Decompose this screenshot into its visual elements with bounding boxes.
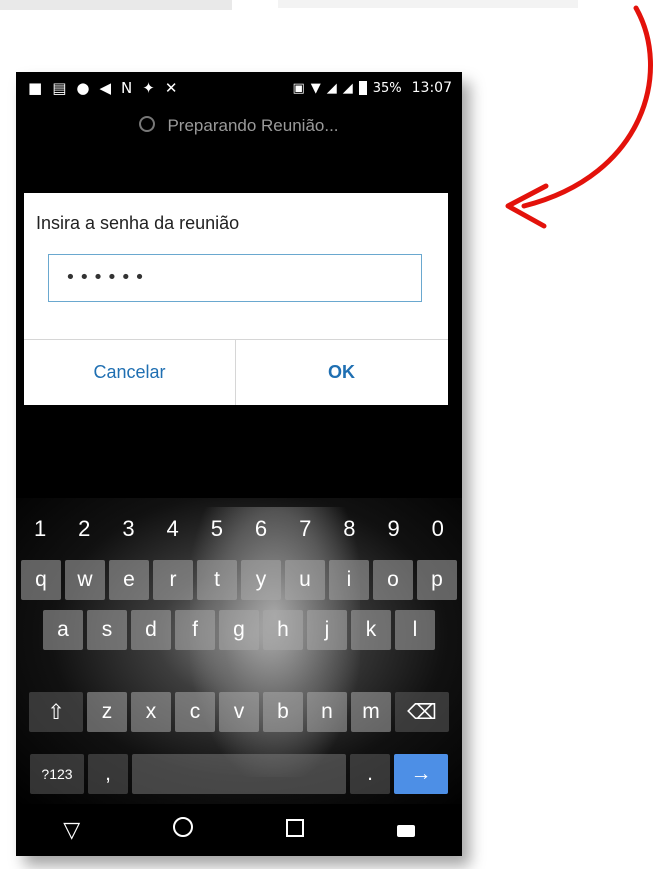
key-1[interactable]: 1	[20, 516, 60, 550]
phone-screen: ■ ▤ ● ◀ N ✦ ✕ ▣ ▼ ◢ ◢ 35% 13:07 Preparan…	[16, 72, 462, 856]
key-j[interactable]: j	[307, 610, 347, 650]
key-4[interactable]: 4	[153, 516, 193, 550]
back-triangle-icon: ▽	[63, 817, 81, 842]
key-2[interactable]: 2	[64, 516, 104, 550]
period-key[interactable]: .	[350, 754, 390, 794]
key-b[interactable]: b	[263, 692, 303, 732]
annotation-arrow-icon	[505, 5, 653, 229]
key-3[interactable]: 3	[108, 516, 148, 550]
keyboard-row-4: ?123 , . →	[16, 754, 462, 794]
dialog-title: Insira a senha da reunião	[36, 213, 240, 233]
key-r[interactable]: r	[153, 560, 193, 600]
home-button[interactable]	[153, 817, 213, 843]
key-8[interactable]: 8	[329, 516, 369, 550]
enter-key[interactable]: →	[394, 754, 448, 794]
keyboard-row-2: a s d f g h j k l	[16, 610, 462, 650]
netflix-icon: N	[121, 79, 133, 97]
cancel-button[interactable]: Cancelar	[24, 340, 235, 405]
symbols-key[interactable]: ?123	[30, 754, 84, 794]
keyboard-row-1: q w e r t y u i o p	[16, 560, 462, 600]
signal-icon: ✕	[164, 79, 178, 97]
key-7[interactable]: 7	[285, 516, 325, 550]
key-n[interactable]: n	[307, 692, 347, 732]
home-circle-icon	[173, 817, 194, 837]
facebook-icon: ●	[76, 79, 90, 97]
preparing-text: Preparando Reunião...	[167, 116, 339, 135]
key-t[interactable]: t	[197, 560, 237, 600]
comma-key[interactable]: ,	[88, 754, 128, 794]
wifi-icon: ▼	[310, 80, 321, 96]
key-k[interactable]: k	[351, 610, 391, 650]
key-i[interactable]: i	[329, 560, 369, 600]
cast-icon: ▣	[292, 80, 305, 96]
key-m[interactable]: m	[351, 692, 391, 732]
news-icon: ▤	[52, 79, 67, 97]
key-l[interactable]: l	[395, 610, 435, 650]
share-icon: ◀	[99, 79, 112, 97]
key-v[interactable]: v	[219, 692, 259, 732]
message-icon: ■	[28, 79, 43, 97]
key-y[interactable]: y	[241, 560, 281, 600]
backspace-key[interactable]: ⌫	[395, 692, 449, 732]
key-x[interactable]: x	[131, 692, 171, 732]
shift-key[interactable]: ⇧	[29, 692, 83, 732]
keyboard-row-3: ⇧ z x c v b n m ⌫	[16, 692, 462, 732]
arrow-right-icon: →	[410, 762, 432, 785]
recents-square-icon	[285, 819, 304, 837]
key-q[interactable]: q	[21, 560, 61, 600]
keyboard-switch-button[interactable]	[376, 817, 436, 843]
key-a[interactable]: a	[43, 610, 83, 650]
cell-signal-x-icon: ◢	[342, 80, 353, 96]
key-0[interactable]: 0	[418, 516, 458, 550]
password-input[interactable]: ••••••	[48, 254, 422, 302]
key-d[interactable]: d	[131, 610, 171, 650]
key-s[interactable]: s	[87, 610, 127, 650]
spinner-icon	[139, 116, 156, 132]
battery-percent: 35%	[372, 80, 402, 96]
shift-icon: ⇧	[47, 700, 65, 724]
status-bar: ■ ▤ ● ◀ N ✦ ✕ ▣ ▼ ◢ ◢ 35% 13:07	[16, 72, 462, 106]
key-e[interactable]: e	[109, 560, 149, 600]
twitter-icon: ✦	[142, 79, 155, 97]
key-c[interactable]: c	[175, 692, 215, 732]
key-g[interactable]: g	[219, 610, 259, 650]
key-w[interactable]: w	[65, 560, 105, 600]
top-strip-left	[0, 0, 232, 10]
key-u[interactable]: u	[285, 560, 325, 600]
recents-button[interactable]	[265, 817, 325, 843]
key-p[interactable]: p	[417, 560, 457, 600]
key-o[interactable]: o	[373, 560, 413, 600]
key-9[interactable]: 9	[374, 516, 414, 550]
key-6[interactable]: 6	[241, 516, 281, 550]
clock: 13:07	[411, 80, 452, 96]
preparing-status: Preparando Reunião...	[16, 116, 462, 136]
key-z[interactable]: z	[87, 692, 127, 732]
keyboard-number-row: 1 2 3 4 5 6 7 8 9 0	[16, 516, 462, 550]
cell-signal-icon: ◢	[326, 80, 337, 96]
password-dialog: Insira a senha da reunião •••••• Cancela…	[24, 193, 448, 405]
key-f[interactable]: f	[175, 610, 215, 650]
keyboard-icon	[397, 825, 416, 837]
navigation-bar: ▽	[16, 804, 462, 856]
ok-button[interactable]: OK	[236, 340, 447, 405]
battery-icon	[358, 81, 367, 95]
space-key[interactable]	[132, 754, 346, 794]
backspace-icon: ⌫	[407, 700, 437, 724]
key-5[interactable]: 5	[197, 516, 237, 550]
back-button[interactable]: ▽	[42, 817, 102, 843]
key-h[interactable]: h	[263, 610, 303, 650]
